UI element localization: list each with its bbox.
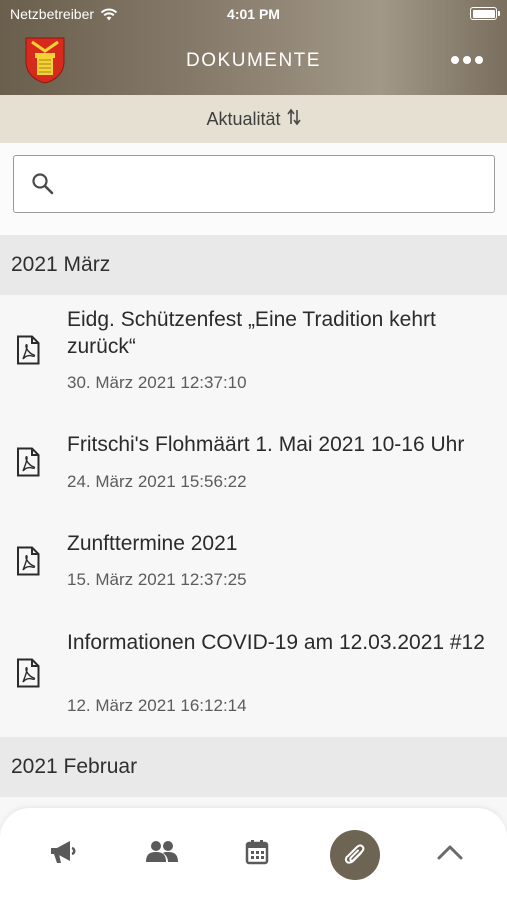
more-dot-icon [451, 56, 459, 64]
sort-toggle-button[interactable]: Aktualität [0, 95, 507, 143]
sort-arrows-icon [286, 108, 301, 126]
bottom-tab-bar [0, 808, 507, 900]
page-title: DOKUMENTE [186, 50, 321, 71]
calendar-icon [245, 840, 269, 865]
sort-label: Aktualität [206, 108, 281, 129]
tab-news[interactable] [43, 832, 83, 872]
tab-more[interactable] [430, 832, 470, 872]
pdf-file-icon [17, 658, 40, 688]
document-date: 30. März 2021 12:37:10 [67, 373, 247, 392]
megaphone-icon [51, 841, 76, 863]
search-area [0, 143, 507, 235]
status-time: 4:01 PM [227, 6, 280, 22]
document-title: Zunfttermine 2021 [67, 532, 238, 555]
list-item[interactable]: Fritschi's Flohmäärt 1. Mai 2021 10-16 U… [0, 415, 507, 505]
search-icon [32, 173, 54, 195]
more-dot-icon [475, 56, 483, 64]
document-title: Fritschi's Flohmäärt 1. Mai 2021 10-16 U… [67, 433, 465, 456]
pdf-file-icon [17, 335, 40, 365]
battery-icon [470, 7, 500, 20]
list-item[interactable]: Eidg. Schützenfest „Eine Tradition kehrt… [0, 295, 507, 403]
section-header: 2021 Februar [0, 737, 507, 797]
document-date: 15. März 2021 12:37:25 [67, 570, 247, 589]
document-date: 24. März 2021 15:56:22 [67, 472, 247, 491]
document-title: Informationen COVID-19 am 12.03.2021 #12 [67, 631, 485, 654]
more-dot-icon [463, 56, 471, 64]
pdf-file-icon [17, 447, 40, 477]
document-date: 12. März 2021 16:12:14 [67, 696, 247, 715]
section-header: 2021 März [0, 235, 507, 295]
search-box[interactable] [13, 155, 495, 213]
app-header: Netzbetreiber 4:01 PM DOKUMENTE [0, 0, 507, 95]
list-item[interactable]: Informationen COVID-19 am 12.03.2021 #12… [0, 618, 507, 736]
tab-documents[interactable] [330, 830, 380, 880]
chevron-up-icon [437, 845, 463, 860]
more-options-button[interactable] [451, 56, 483, 64]
tab-contacts[interactable] [142, 832, 182, 872]
pdf-file-icon [17, 546, 40, 576]
search-input[interactable] [68, 166, 478, 202]
status-bar: Netzbetreiber 4:01 PM [0, 0, 507, 28]
tab-calendar[interactable] [237, 832, 277, 872]
paperclip-icon [344, 844, 365, 864]
document-title: Eidg. Schützenfest „Eine Tradition kehrt… [67, 308, 436, 358]
list-item[interactable]: Zunfttermine 2021 15. März 2021 12:37:25 [0, 515, 507, 605]
users-icon [146, 841, 178, 862]
